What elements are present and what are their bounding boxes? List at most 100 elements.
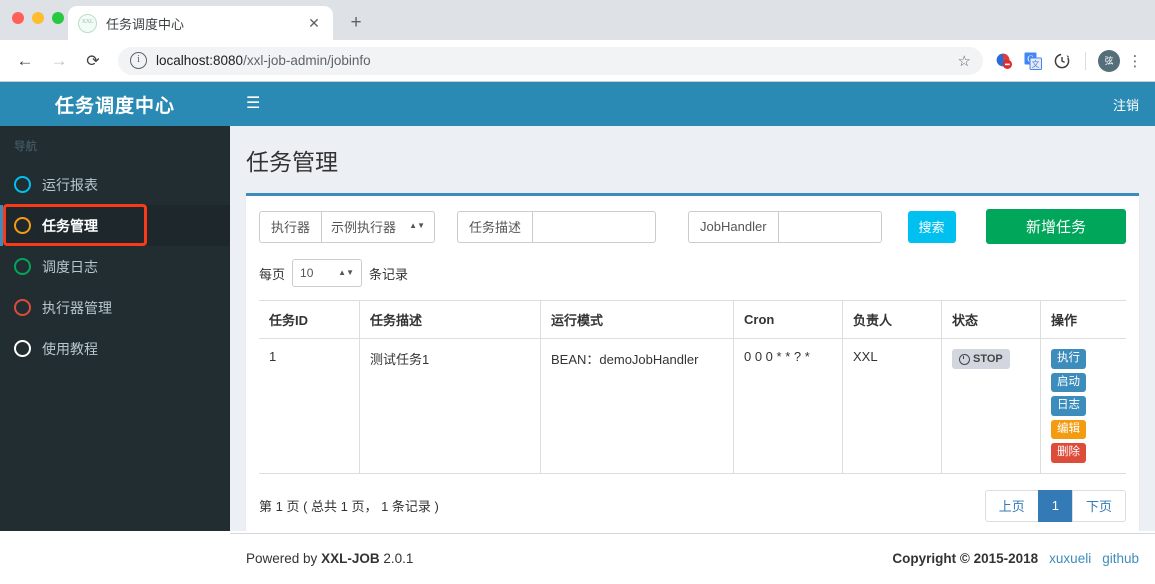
sidebar-item-schedulelog[interactable]: 调度日志 [0, 246, 230, 287]
url-host: localhost:8080 [156, 53, 244, 68]
jobs-panel: 执行器 示例执行器 ▲▼ 任务描述 JobHandler 搜索 新增任务 每页 … [246, 193, 1139, 533]
close-icon[interactable]: ✕ [305, 14, 323, 32]
footer-powered-prefix: Powered by [246, 551, 318, 566]
executor-select-value: 示例执行器 [331, 220, 397, 235]
jobdesc-filter-label: 任务描述 [457, 210, 533, 243]
svg-text:文: 文 [1032, 59, 1040, 69]
sidebar-item-label: 使用教程 [42, 340, 98, 357]
circle-icon [14, 299, 31, 316]
sidebar-brand[interactable]: 任务调度中心 [0, 82, 230, 126]
adblock-extension-icon[interactable] [991, 48, 1017, 74]
hamburger-menu-icon[interactable]: ☰ [246, 96, 260, 112]
window-controls [12, 12, 64, 24]
browser-toolbar: ← → ⟳ i localhost:8080/xxl-job-admin/job… [0, 40, 1155, 81]
reload-icon[interactable]: ⟳ [78, 46, 108, 76]
status-badge: STOP [952, 349, 1010, 369]
circle-icon [14, 340, 31, 357]
cell-owner: XXL [842, 338, 942, 474]
footer-github-link[interactable]: github [1102, 551, 1139, 566]
start-job-button[interactable]: 启动 [1051, 372, 1086, 392]
history-extension-icon[interactable] [1049, 48, 1075, 74]
cell-cron: 0 0 0 * * ? * [733, 338, 843, 474]
footer-right: Copyright © 2015-2018 xuxueli github [892, 551, 1139, 566]
url-path: /xxl-job-admin/jobinfo [243, 53, 371, 68]
sidebar-item-label: 调度日志 [42, 258, 98, 275]
row-action-buttons: 执行 启动 日志 编辑 删除 [1051, 349, 1116, 463]
pagination-info: 第 1 页 ( 总共 1 页， 1 条记录 ) [259, 499, 439, 514]
status-badge-label: STOP [973, 353, 1003, 365]
jobdesc-input[interactable] [532, 210, 657, 243]
delete-job-button[interactable]: 删除 [1051, 443, 1086, 463]
footer: Powered by XXL-JOB 2.0.1 Copyright © 201… [230, 532, 1155, 584]
main-region: ☰ 注销 任务管理 执行器 示例执行器 ▲▼ 任务描述 JobHandler 搜… [230, 82, 1155, 584]
cell-job-desc: 测试任务1 [359, 338, 541, 474]
col-job-id: 任务ID [259, 300, 360, 339]
profile-avatar[interactable]: 弦 [1096, 48, 1122, 74]
footer-brand: XXL-JOB [321, 551, 380, 566]
run-job-button[interactable]: 执行 [1051, 349, 1086, 369]
back-icon[interactable]: ← [10, 46, 40, 76]
maximize-window-button[interactable] [52, 12, 64, 24]
close-window-button[interactable] [12, 12, 24, 24]
chevron-updown-icon: ▲▼ [409, 221, 426, 231]
filter-bar: 执行器 示例执行器 ▲▼ 任务描述 JobHandler 搜索 新增任务 [259, 209, 1126, 244]
executor-select[interactable]: 示例执行器 ▲▼ [321, 210, 436, 243]
col-job-desc: 任务描述 [359, 300, 541, 339]
browser-menu-icon[interactable]: ⋮ [1125, 52, 1145, 70]
col-status: 状态 [941, 300, 1041, 339]
forward-icon[interactable]: → [44, 46, 74, 76]
url-text: localhost:8080/xxl-job-admin/jobinfo [156, 53, 371, 68]
favicon-icon: XXL [78, 13, 97, 33]
site-info-icon[interactable]: i [130, 52, 147, 69]
col-operations: 操作 [1040, 300, 1126, 339]
footer-author-link[interactable]: xuxueli [1049, 551, 1091, 566]
edit-job-button[interactable]: 编辑 [1051, 419, 1086, 439]
jobhandler-filter-group: JobHandler [688, 210, 882, 243]
table-row: 1 测试任务1 BEAN：demoJobHandler 0 0 0 * * ? … [259, 338, 1126, 474]
add-job-button[interactable]: 新增任务 [986, 209, 1126, 244]
circle-icon [14, 258, 31, 275]
ban-icon [959, 353, 970, 365]
cell-status: STOP [941, 338, 1041, 474]
pagination-next-button[interactable]: 下页 [1071, 489, 1126, 522]
logout-link[interactable]: 注销 [1113, 95, 1139, 114]
translate-extension-icon[interactable]: G文 [1020, 48, 1046, 74]
topbar: ☰ 注销 [230, 82, 1155, 126]
application-body: 任务调度中心 导航 运行报表 任务管理 调度日志 执行器管理 使用教程 ☰ 注销… [0, 82, 1155, 584]
page-size-value: 10 [300, 266, 314, 280]
sidebar-item-label: 任务管理 [42, 217, 98, 234]
jobs-table: 任务ID 任务描述 运行模式 Cron 负责人 状态 操作 1 测试任务1 BE… [259, 300, 1126, 474]
jobhandler-input[interactable] [777, 210, 882, 243]
page-size-suffix: 条记录 [369, 266, 409, 282]
pagination-prev-button[interactable]: 上页 [984, 489, 1039, 522]
footer-powered-by: Powered by XXL-JOB 2.0.1 [246, 551, 413, 566]
col-owner: 负责人 [842, 300, 942, 339]
circle-icon [14, 176, 31, 193]
cell-operations: 执行 启动 日志 编辑 删除 [1040, 338, 1126, 474]
job-log-button[interactable]: 日志 [1051, 396, 1086, 416]
executor-filter-label: 执行器 [259, 210, 322, 243]
minimize-window-button[interactable] [32, 12, 44, 24]
sidebar-item-tutorial[interactable]: 使用教程 [0, 328, 230, 369]
page-size-select[interactable]: 10 ▲▼ [292, 259, 363, 287]
page-size-row: 每页 10 ▲▼ 条记录 [259, 259, 1126, 287]
pagination-page-1-button[interactable]: 1 [1037, 489, 1073, 522]
jobs-table-head: 任务ID 任务描述 运行模式 Cron 负责人 状态 操作 [259, 300, 1126, 339]
address-bar[interactable]: i localhost:8080/xxl-job-admin/jobinfo ☆ [118, 46, 983, 75]
sidebar-item-report[interactable]: 运行报表 [0, 164, 230, 205]
extension-toolbar: G文 弦 ⋮ [991, 48, 1145, 74]
browser-tab[interactable]: XXL 任务调度中心 ✕ [68, 6, 333, 40]
table-header-row: 任务ID 任务描述 运行模式 Cron 负责人 状态 操作 [259, 300, 1126, 339]
executor-filter-group: 执行器 示例执行器 ▲▼ [259, 210, 436, 243]
content-area: 任务管理 执行器 示例执行器 ▲▼ 任务描述 JobHandler 搜索 新增任… [230, 126, 1155, 533]
sidebar-item-executormanage[interactable]: 执行器管理 [0, 287, 230, 328]
search-button[interactable]: 搜索 [907, 210, 956, 243]
chevron-updown-icon: ▲▼ [338, 267, 355, 277]
sidebar-item-jobmanage[interactable]: 任务管理 [0, 205, 230, 246]
page-title: 任务管理 [246, 149, 338, 175]
pagination-row: 第 1 页 ( 总共 1 页， 1 条记录 ) 上页 1 下页 [259, 489, 1126, 522]
bookmark-star-icon[interactable]: ☆ [958, 52, 971, 70]
col-run-mode: 运行模式 [540, 300, 734, 339]
jobs-table-body: 1 测试任务1 BEAN：demoJobHandler 0 0 0 * * ? … [259, 338, 1126, 474]
new-tab-button[interactable]: + [345, 12, 367, 34]
